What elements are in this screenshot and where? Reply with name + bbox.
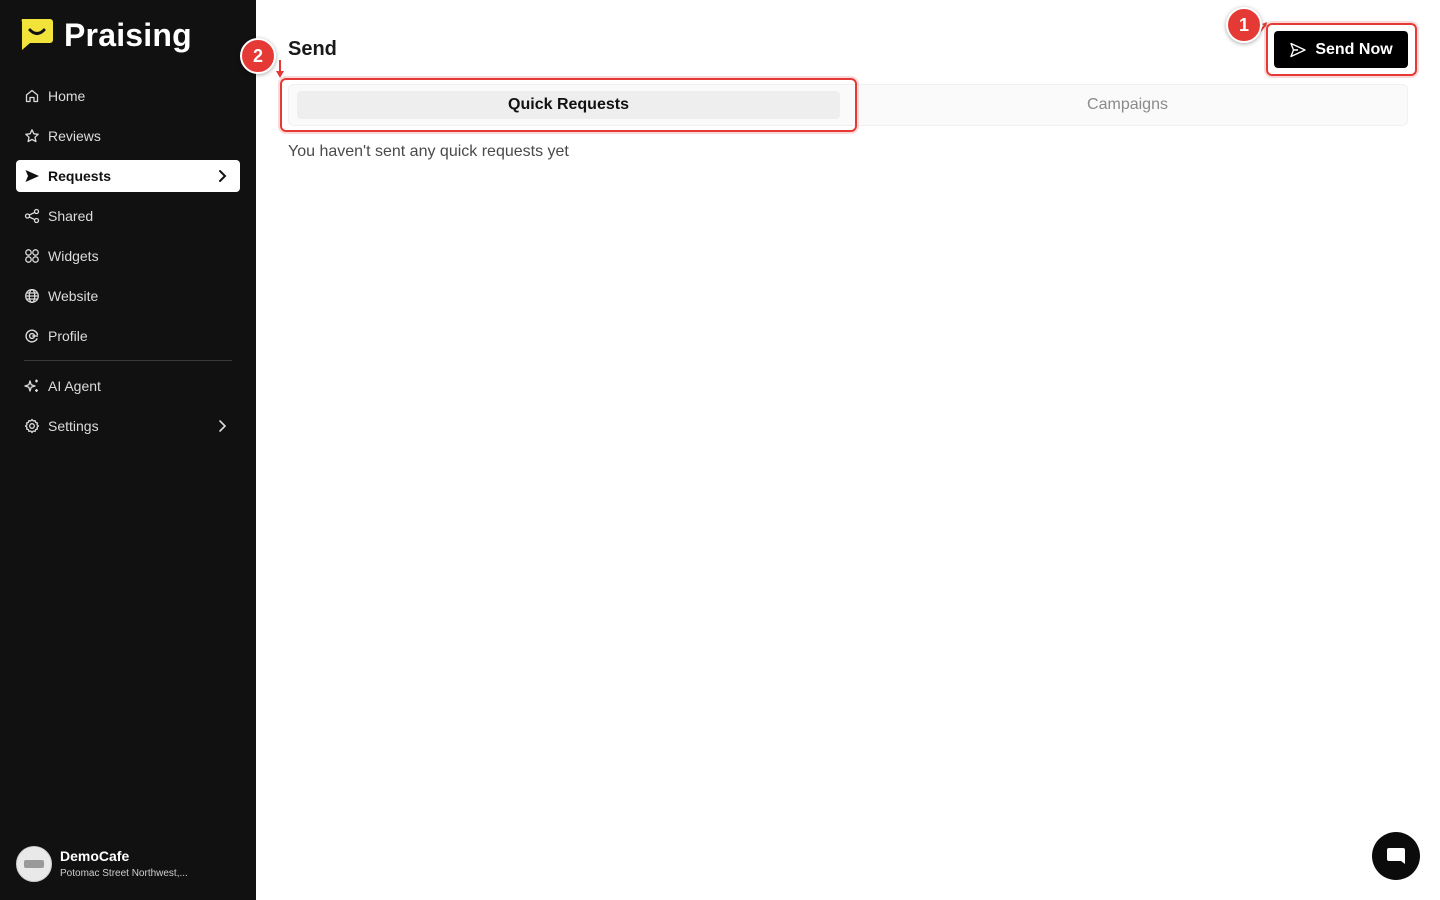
gear-icon	[24, 418, 40, 434]
tab-quick-requests[interactable]: Quick Requests	[297, 91, 840, 119]
chevron-right-icon	[219, 170, 227, 182]
sidebar-item-profile[interactable]: Profile	[16, 320, 240, 352]
sidebar-divider	[24, 360, 232, 361]
send-now-button[interactable]: Send Now	[1274, 31, 1408, 68]
sidebar-item-label: Home	[48, 88, 86, 104]
tab-bar: Quick Requests Campaigns	[288, 84, 1408, 126]
globe-icon	[24, 288, 40, 304]
widgets-icon	[24, 248, 40, 264]
page-title: Send	[288, 38, 337, 60]
chevron-right-icon	[219, 420, 227, 432]
google-icon	[24, 328, 40, 344]
avatar-image	[24, 860, 44, 868]
sidebar-item-ai-agent[interactable]: AI Agent	[16, 370, 240, 402]
sidebar-item-label: Shared	[48, 208, 94, 224]
account-switcher[interactable]: DemoCafe Potomac Street Northwest,...	[16, 846, 188, 882]
sidebar-item-label: Website	[48, 288, 99, 304]
empty-state-message: You haven't sent any quick requests yet	[288, 143, 569, 160]
app-logo[interactable]: Praising	[18, 18, 192, 52]
sidebar-item-shared[interactable]: Shared	[16, 200, 240, 232]
annotation-badge-2: 2	[240, 38, 276, 74]
sidebar-item-requests[interactable]: Requests	[16, 160, 240, 192]
chat-icon	[1387, 848, 1405, 864]
sidebar-item-label: Reviews	[48, 128, 101, 144]
annotation-badge-1: 1	[1226, 7, 1262, 43]
sidebar-item-label: Settings	[48, 418, 99, 434]
share-icon	[24, 208, 40, 224]
send-icon	[24, 168, 40, 184]
sidebar-item-reviews[interactable]: Reviews	[16, 120, 240, 152]
chat-launcher-button[interactable]	[1372, 832, 1420, 880]
star-icon	[24, 128, 40, 144]
sidebar-item-widgets[interactable]: Widgets	[16, 240, 240, 272]
app-name: Praising	[64, 17, 192, 53]
tab-campaigns[interactable]: Campaigns	[856, 91, 1399, 119]
home-icon	[24, 88, 40, 104]
sidebar-nav: Home Reviews Requests Shared Widgets Web…	[16, 80, 240, 450]
sidebar-item-label: Widgets	[48, 248, 99, 264]
sidebar-item-label: Profile	[48, 328, 88, 344]
sidebar: Praising Home Reviews Requests Shared Wi…	[0, 0, 256, 900]
account-info: DemoCafe Potomac Street Northwest,...	[60, 847, 188, 881]
send-now-label: Send Now	[1315, 40, 1393, 58]
sidebar-item-settings[interactable]: Settings	[16, 410, 240, 442]
account-address: Potomac Street Northwest,...	[60, 868, 188, 879]
sparkle-icon	[24, 378, 40, 394]
avatar	[16, 846, 52, 882]
sidebar-item-label: Requests	[48, 168, 112, 184]
sidebar-item-home[interactable]: Home	[16, 80, 240, 112]
send-icon	[1290, 42, 1307, 57]
account-name: DemoCafe	[60, 848, 130, 864]
sidebar-item-label: AI Agent	[48, 378, 101, 394]
praising-logo-icon	[21, 19, 53, 50]
sidebar-item-website[interactable]: Website	[16, 280, 240, 312]
